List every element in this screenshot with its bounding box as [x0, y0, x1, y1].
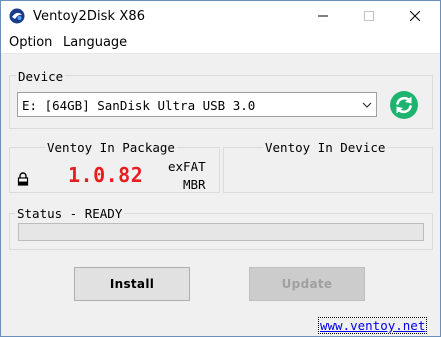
- ventoy-app-icon: [9, 8, 25, 24]
- install-button[interactable]: Install: [74, 267, 190, 301]
- package-version: 1.0.82: [68, 163, 144, 187]
- menu-option[interactable]: Option: [9, 35, 52, 50]
- device-select-value: E: [64GB] SanDisk Ultra USB 3.0: [22, 98, 256, 113]
- package-group-label: Ventoy In Package: [45, 140, 177, 155]
- device-group-label: Device: [16, 69, 66, 84]
- status-label: Status - READY: [15, 206, 125, 221]
- refresh-icon[interactable]: [389, 90, 419, 120]
- progress-bar: [18, 223, 424, 241]
- lock-icon[interactable]: [17, 172, 29, 186]
- close-button[interactable]: [392, 1, 438, 31]
- chevron-down-icon[interactable]: [358, 93, 376, 116]
- maximize-icon: [364, 11, 374, 21]
- package-filesystem: exFAT: [168, 159, 206, 174]
- device-select[interactable]: E: [64GB] SanDisk Ultra USB 3.0: [17, 92, 377, 117]
- menu-bar: Option Language: [1, 31, 440, 54]
- title-bar[interactable]: Ventoy2Disk X86: [1, 1, 440, 31]
- close-icon: [410, 11, 420, 21]
- menu-language[interactable]: Language: [63, 35, 127, 50]
- website-link[interactable]: www.ventoy.net: [317, 317, 428, 334]
- device-version-group-label: Ventoy In Device: [263, 140, 388, 155]
- package-partition-style: MBR: [183, 177, 206, 192]
- update-button: Update: [249, 267, 365, 301]
- minimize-icon: [318, 15, 328, 17]
- window-title: Ventoy2Disk X86: [33, 9, 146, 24]
- maximize-button: [346, 1, 392, 31]
- app-window: Ventoy2Disk X86 Option Language Device E…: [0, 0, 441, 337]
- minimize-button[interactable]: [300, 1, 346, 31]
